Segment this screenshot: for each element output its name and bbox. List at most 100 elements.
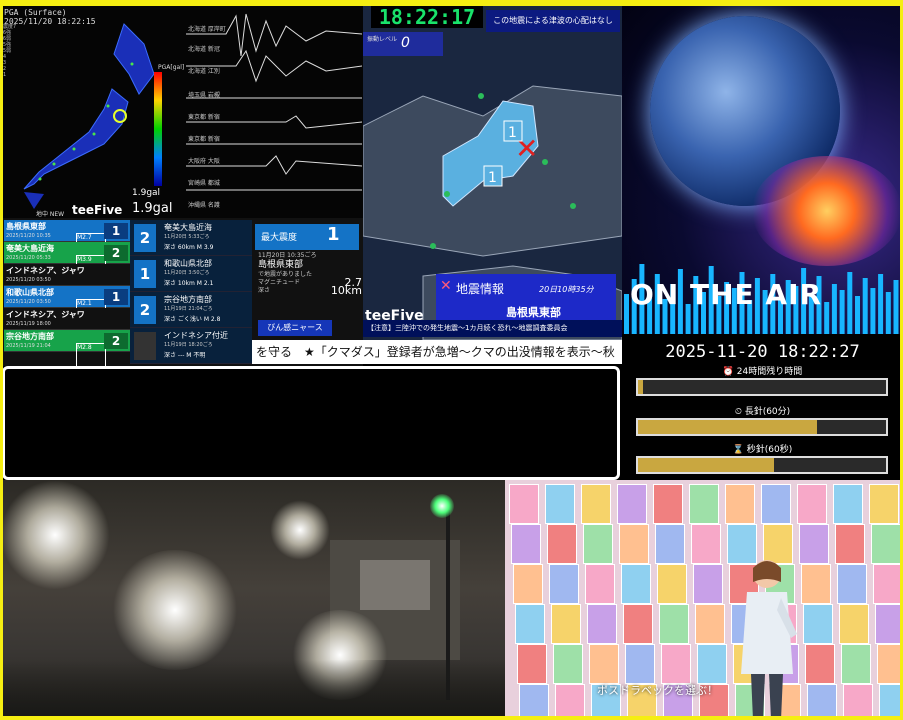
eq-info-place: 島根県東部: [506, 306, 561, 319]
magazine-cover: [801, 564, 831, 604]
magazine-cover: [509, 484, 539, 524]
label-seconds: ⌛ 秒針(60秒): [732, 445, 793, 455]
magazine-cover: [725, 484, 755, 524]
magazine-cover: [877, 644, 903, 684]
magazine-cover: [761, 484, 791, 524]
magazine-cover: [553, 644, 583, 684]
magazine-cover: [835, 524, 865, 564]
presenter-figure: [741, 560, 797, 720]
station-label: 埼玉県 岩槻: [188, 92, 220, 99]
countdown-datetime: 2025-11-20 18:22:27: [665, 342, 860, 362]
station-label: 北海道 江別: [188, 68, 220, 75]
max-intensity-box: 最大震度 1: [255, 224, 359, 250]
vibration-level-value: 0: [401, 35, 410, 51]
road: [0, 660, 505, 720]
quake-card: インドネシア付近 11月19日 18:20ごろ 深さ --- M 不明: [130, 328, 252, 364]
magazine-cover: [621, 564, 651, 604]
station-label: 宮崎県 都城: [188, 180, 220, 187]
magazine-cover: [623, 604, 653, 644]
magazine-cover: [583, 524, 613, 564]
magazine-cover: [511, 524, 541, 564]
history-row: インドネシア、ジャワ 2025/11/19 18:00: [4, 308, 130, 330]
pga-color-scale: [154, 72, 162, 186]
magazine-cover: [545, 484, 575, 524]
eew-clock: 18:22:17: [371, 6, 483, 28]
magazine-cover: [653, 484, 683, 524]
magazine-cover: [689, 484, 719, 524]
street-camera-panel: [0, 480, 505, 720]
news-ticker-main: を守る ★「クマダス」登録者が急増〜クマの出没情報を表示〜秋: [252, 340, 622, 364]
station-label: 大阪府 大阪: [188, 158, 220, 165]
magazine-cover: [657, 564, 687, 604]
magazine-cover: [661, 644, 691, 684]
vibration-level-label: 振動レベル: [367, 36, 398, 43]
pga-scale-label: PGA[gal]: [158, 64, 185, 71]
magazine-cover: [513, 564, 543, 604]
history-brand: teeFive: [72, 203, 123, 217]
history-row: 奄美大島近海 2025/11/20 05:33 M3.9 2: [4, 242, 130, 295]
binkan-nyasu-label: びん感ニャース: [258, 320, 332, 336]
earthquake-info-box: ✕ 地震情報 20日10時35分 島根県東部: [436, 274, 616, 320]
countdown-panel: 2025-11-20 18:22:27 ⏰ 24時間残り時間 ⏲ 長針(60分)…: [622, 334, 903, 480]
video-caption: ポスドラベックを選ぶ！: [597, 684, 718, 697]
magazine-cover: [869, 484, 899, 524]
label-24h: ⏰ 24時間残り時間: [722, 367, 803, 377]
magazine-cover: [807, 684, 837, 720]
magazine-cover: [655, 524, 685, 564]
magazine-cover: [879, 684, 903, 720]
progress-seconds: [636, 456, 888, 474]
epicenter-icon: ✕: [440, 278, 452, 294]
max-intensity-info: 11月20日 10:35ごろ 島根県東部 で地震がありました マグニチュード 2.…: [258, 252, 362, 297]
streetlight-glow: [270, 500, 330, 560]
magazine-cover: [691, 524, 721, 564]
traffic-light: [430, 494, 454, 518]
seismograph-panel: PGA (Surface) 2025/11/20 18:22:15 震度7 6強 6…: [0, 6, 363, 218]
headlight-glow: [110, 550, 240, 670]
earth-on-air-panel: ON THE AIR: [622, 6, 903, 334]
pga-scale-value: 1.9gal: [132, 188, 161, 198]
magazine-cover: [515, 604, 545, 644]
history-row: 和歌山県北部 2025/11/20 03:50 M2.1 1: [4, 286, 130, 339]
magazine-cover: [797, 484, 827, 524]
svg-text:1: 1: [488, 170, 497, 186]
magazine-cover: [799, 524, 829, 564]
magazine-cover: [581, 484, 611, 524]
eq-info-title: 地震情報: [456, 282, 505, 296]
magazine-cover: [585, 564, 615, 604]
history-row: インドネシア、ジャワ 2025/11/20 03:50: [4, 264, 130, 286]
magazine-cover: [805, 644, 835, 684]
magazine-cover: [841, 644, 871, 684]
magazine-cover: [625, 644, 655, 684]
vibration-level: 振動レベル 0: [363, 32, 443, 56]
magazine-cover: [837, 564, 867, 604]
tsunami-notice: この地震による津波の心配はなし: [486, 10, 620, 32]
station-label: 北海道 新冠: [188, 46, 220, 53]
caption-box: [2, 366, 620, 480]
nebula-graphic: [752, 156, 902, 266]
headlight-glow: [0, 480, 110, 590]
progress-seconds-fill: [638, 458, 775, 472]
progress-24h-fill: [638, 380, 643, 394]
station-label: 東京都 新宿: [188, 114, 220, 121]
station-label: 東京都 新宿: [188, 136, 220, 143]
magazine-cover: [589, 644, 619, 684]
history-row: 島根県東部 2025/11/20 10:35 M2.7 1: [4, 220, 130, 273]
magazine-cover: [833, 484, 863, 524]
station-label: 北海道 厚岸町: [188, 26, 226, 33]
max-intensity-value: 1: [327, 224, 340, 245]
magazine-cover: [697, 644, 727, 684]
magazine-cover: [617, 484, 647, 524]
magazine-cover: [875, 604, 903, 644]
magazine-floor-panel: ポスドラベックを選ぶ！: [505, 480, 903, 720]
magazine-cover: [693, 564, 723, 604]
magazine-cover: [659, 604, 689, 644]
quake-card: 2 奄美大島近海 11月20日 5:33ごろ 深さ 60km M 3.9: [130, 220, 252, 256]
eq-info-time: 20日10時35分: [539, 285, 594, 294]
max-intensity-label: 最大震度: [261, 233, 298, 243]
magazine-cover: [549, 564, 579, 604]
progress-minutes: [636, 418, 888, 436]
progress-minutes-fill: [638, 420, 817, 434]
magazine-cover: [873, 564, 903, 604]
label-minutes: ⏲ 長針(60分): [734, 407, 791, 417]
history-row: 宗谷地方南部 2025/11/19 21:04 M2.8 2: [4, 330, 130, 366]
